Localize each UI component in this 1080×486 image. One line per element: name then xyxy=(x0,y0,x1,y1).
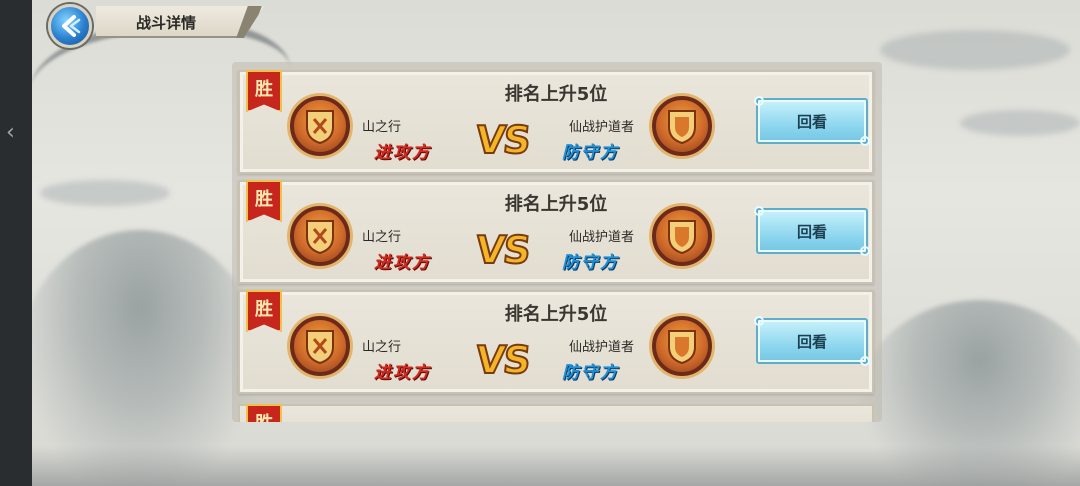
side-handle-icon[interactable]: ‹ xyxy=(6,120,24,150)
replay-button-label: 回看 xyxy=(796,332,827,351)
replay-button-label: 回看 xyxy=(796,222,827,241)
defender-role: 防守方 xyxy=(562,363,619,383)
screen-edge: ‹ xyxy=(0,0,32,486)
vs-label: VS xyxy=(473,227,532,273)
replay-button[interactable]: 回看 xyxy=(754,96,870,146)
battle-card: 胜 排名上升5位 山之行 进攻方 VS 仙战护道者 防守方 回看 xyxy=(238,70,874,174)
defender-emblem-icon xyxy=(652,96,712,156)
attacker-emblem-icon xyxy=(290,316,350,376)
replay-button[interactable]: 回看 xyxy=(754,316,870,366)
battle-card: 胜 xyxy=(238,404,874,422)
defender-name: 仙战护道者 xyxy=(568,230,634,245)
back-arrow-icon xyxy=(62,15,81,37)
title-plate: 战斗详情 xyxy=(96,6,264,38)
defender-name: 仙战护道者 xyxy=(568,120,634,135)
attacker-role: 进攻方 xyxy=(374,143,431,163)
win-badge: 胜 xyxy=(246,404,282,422)
page-title: 战斗详情 xyxy=(136,14,197,32)
vs-label: VS xyxy=(473,337,532,383)
attacker-name: 山之行 xyxy=(362,230,402,245)
defender-role: 防守方 xyxy=(562,253,619,273)
replay-button[interactable]: 回看 xyxy=(754,206,870,256)
top-bar: 战斗详情 xyxy=(44,0,274,48)
defender-name: 仙战护道者 xyxy=(568,340,634,355)
defender-role: 防守方 xyxy=(562,143,619,163)
back-button[interactable] xyxy=(48,4,92,48)
battle-list[interactable]: 胜 排名上升5位 山之行 进攻方 VS 仙战护道者 防守方 回看 胜 排名上升5… xyxy=(232,62,882,422)
vs-label: VS xyxy=(473,117,532,163)
attacker-name: 山之行 xyxy=(362,120,402,135)
battle-card: 胜 排名上升5位 山之行 进攻方 VS 仙战护道者 防守方 回看 xyxy=(238,290,874,394)
attacker-role: 进攻方 xyxy=(374,363,431,383)
attacker-emblem-icon xyxy=(290,206,350,266)
defender-emblem-icon xyxy=(652,316,712,376)
defender-emblem-icon xyxy=(652,206,712,266)
attacker-emblem-icon xyxy=(290,96,350,156)
attacker-name: 山之行 xyxy=(362,340,402,355)
replay-button-label: 回看 xyxy=(796,112,827,131)
attacker-role: 进攻方 xyxy=(374,253,431,273)
battle-card: 胜 排名上升5位 山之行 进攻方 VS 仙战护道者 防守方 回看 xyxy=(238,180,874,284)
